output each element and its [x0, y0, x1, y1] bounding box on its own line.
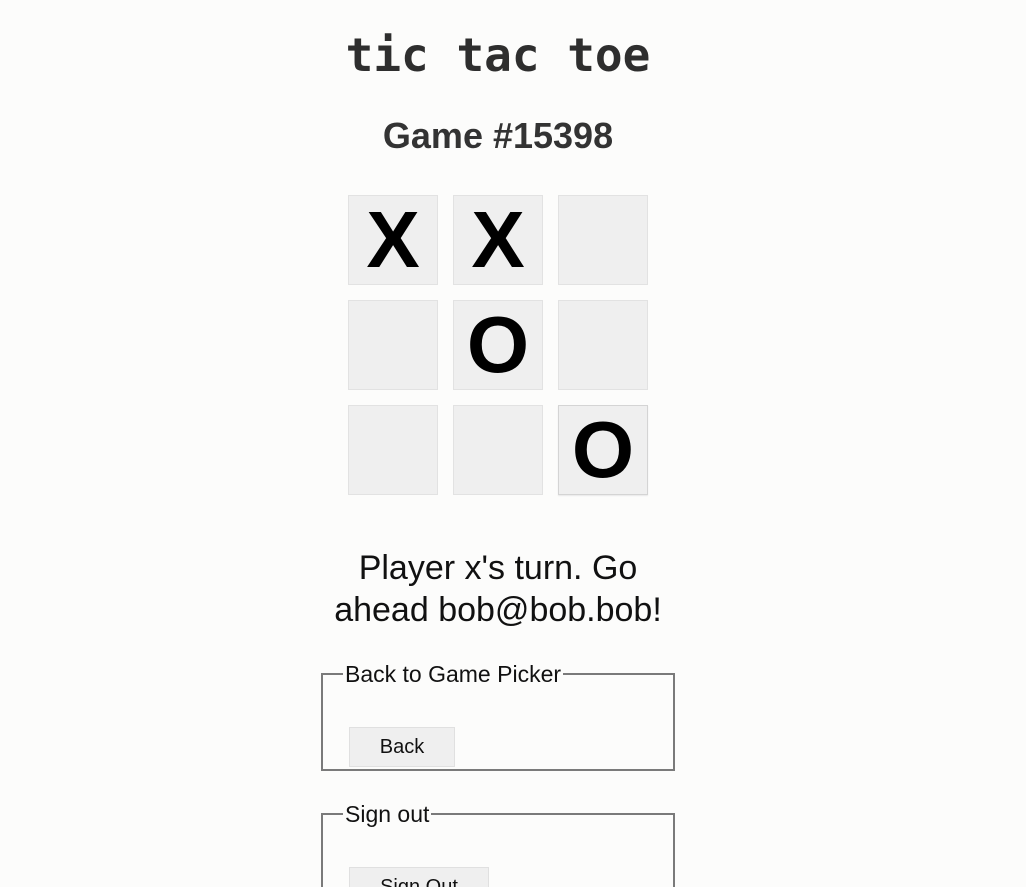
back-to-game-picker-fieldset: Back to Game Picker Back — [321, 662, 675, 771]
sign-out-fieldset: Sign out Sign Out — [321, 802, 675, 887]
sign-out-legend: Sign out — [345, 801, 430, 827]
board-cell-r3-c2[interactable] — [453, 405, 543, 495]
game-title: Game #15398 — [382, 115, 614, 156]
game-board: X X O O — [348, 195, 648, 495]
tic-tac-toe-page: tic tac toe Game #15398 X X O O Player x… — [0, 0, 1026, 887]
back-to-game-picker-legend: Back to Game Picker — [345, 661, 562, 687]
board-cell-r2-c3[interactable] — [558, 300, 648, 390]
board-cell-r2-c1[interactable] — [348, 300, 438, 390]
app-title: tic tac toe — [345, 28, 651, 82]
board-cell-r1-c1[interactable]: X — [348, 195, 438, 285]
back-button[interactable]: Back — [349, 727, 455, 767]
board-cell-r1-c3[interactable] — [558, 195, 648, 285]
turn-status-message: Player x's turn. Go ahead bob@bob.bob! — [334, 549, 662, 629]
board-cell-r2-c2[interactable]: O — [453, 300, 543, 390]
board-cell-r3-c1[interactable] — [348, 405, 438, 495]
board-cell-r1-c2[interactable]: X — [453, 195, 543, 285]
board-cell-r3-c3[interactable]: O — [558, 405, 648, 495]
sign-out-button[interactable]: Sign Out — [349, 867, 489, 887]
